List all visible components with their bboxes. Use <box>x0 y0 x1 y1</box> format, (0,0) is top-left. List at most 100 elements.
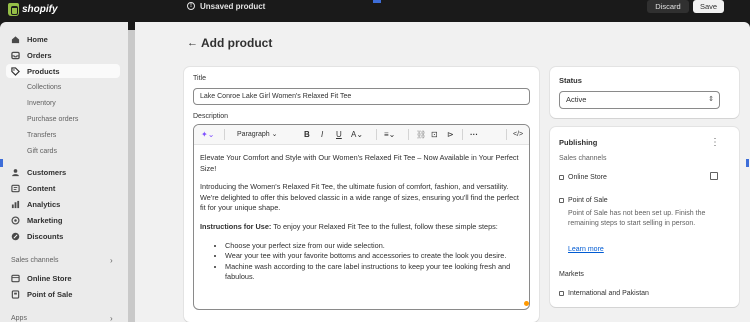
instructions-list: Choose your perfect size from our wide s… <box>225 241 526 283</box>
channel-status-icon <box>559 198 564 203</box>
title-label: Title <box>193 75 206 82</box>
selection-handle[interactable] <box>373 0 381 3</box>
markets-label: Markets <box>559 271 584 278</box>
apps-heading[interactable]: Apps <box>11 315 27 322</box>
sidebar-item-label: Transfers <box>27 131 57 139</box>
top-bar: shopify ! Unsaved product Discard Save <box>0 0 750 22</box>
toolbar-divider <box>506 129 507 140</box>
underline-button[interactable]: U <box>336 130 342 140</box>
bold-button[interactable]: B <box>304 130 310 140</box>
page-title: Add product <box>201 36 273 50</box>
instructions-heading: Instructions for Use: <box>200 221 272 231</box>
unsaved-status: ! Unsaved product <box>187 0 265 12</box>
sidebar-item-label: Point of Sale <box>27 289 73 299</box>
save-button[interactable]: Save <box>693 0 724 13</box>
sidebar-item-label: Home <box>27 34 48 44</box>
toolbar-divider <box>462 129 463 140</box>
align-icon[interactable]: ≡⌄ <box>384 130 395 140</box>
store-icon <box>11 274 20 282</box>
pos-icon <box>11 289 20 299</box>
paragraph-dropdown[interactable]: Paragraph ⌄ <box>237 130 278 140</box>
arrow-left-icon[interactable]: ← <box>187 37 198 49</box>
sidebar-item-analytics[interactable]: Analytics <box>6 197 120 211</box>
chevron-right-icon[interactable]: › <box>110 314 113 322</box>
unsaved-text: Unsaved product <box>200 1 266 11</box>
title-input[interactable]: Lake Conroe Lake Girl Women's Relaxed Fi… <box>193 88 530 105</box>
sidebar-item-collections[interactable]: Collections <box>6 80 120 94</box>
learn-more-link[interactable]: Learn more <box>568 246 604 253</box>
calendar-icon[interactable] <box>710 172 718 180</box>
sidebar-item-home[interactable]: Home <box>6 32 120 46</box>
sidebar-item-inventory[interactable]: Inventory <box>6 96 120 110</box>
sales-channels-heading[interactable]: Sales channels <box>11 257 58 264</box>
selection-handle[interactable] <box>746 159 749 167</box>
list-item: Wear your tee with your favorite bottoms… <box>225 251 526 262</box>
video-icon[interactable]: ⊳ <box>447 130 454 140</box>
sidebar-item-online-store[interactable]: Online Store <box>6 271 120 285</box>
shopify-bag-icon <box>8 3 19 16</box>
discount-icon <box>11 232 20 240</box>
sidebar-item-label: Products <box>27 66 60 76</box>
sidebar-item-content[interactable]: Content <box>6 181 120 195</box>
text-color-button[interactable]: A⌄ <box>351 130 363 140</box>
paragraph-label: Paragraph <box>237 131 270 138</box>
discard-button[interactable]: Discard <box>647 0 689 13</box>
content-icon <box>11 184 20 192</box>
sidebar-item-label: Analytics <box>27 199 61 209</box>
sidebar-item-label: Customers <box>27 167 67 177</box>
markets-value: International and Pakistan <box>568 290 649 297</box>
toolbar-divider <box>376 129 377 140</box>
shopify-logo[interactable]: shopify <box>8 3 58 16</box>
sidebar-item-purchase-orders[interactable]: Purchase orders <box>6 112 120 126</box>
description-editor[interactable]: ✦⌄ Paragraph ⌄ B I U A⌄ ≡⌄ ⛓ ⊡ ⊳ ··· </>… <box>193 124 530 310</box>
italic-button[interactable]: I <box>321 130 323 140</box>
point-of-sale-channel: Point of Sale <box>568 197 608 204</box>
home-icon <box>11 35 20 43</box>
code-icon[interactable]: </> <box>513 130 523 140</box>
sidebar-item-transfers[interactable]: Transfers <box>6 128 120 142</box>
description-paragraph: Introducing the Women's Relaxed Fit Tee,… <box>200 182 519 213</box>
status-value: Active <box>566 95 587 104</box>
status-label: Status <box>559 76 582 85</box>
publishing-title: Publishing <box>559 138 598 147</box>
status-select[interactable]: Active ⇕ <box>559 91 720 109</box>
sidebar-item-label: Content <box>27 183 56 193</box>
sidebar-item-point-of-sale[interactable]: Point of Sale <box>6 287 120 301</box>
sales-channels-subheading: Sales channels <box>559 155 607 162</box>
chevron-right-icon[interactable]: › <box>110 256 113 265</box>
editor-content[interactable]: Elevate Your Comfort and Style with Our … <box>200 153 526 283</box>
sidebar-item-marketing[interactable]: Marketing <box>6 213 120 227</box>
sidebar-item-label: Orders <box>27 50 52 60</box>
channel-status-icon <box>559 175 564 180</box>
sparkle-icon[interactable]: ✦⌄ <box>201 130 214 140</box>
online-store-channel: Online Store <box>568 174 607 181</box>
description-label: Description <box>193 113 229 120</box>
list-item: Choose your perfect size from our wide s… <box>225 241 526 252</box>
description-paragraph: Elevate Your Comfort and Style with Our … <box>200 153 519 173</box>
sidebar-item-discounts[interactable]: Discounts <box>6 229 120 243</box>
sidebar-scrollbar[interactable] <box>128 30 135 322</box>
sidebar-item-gift-cards[interactable]: Gift cards <box>6 144 120 158</box>
toolbar-divider <box>408 129 409 140</box>
sidebar-item-products[interactable]: Products <box>6 64 120 78</box>
editor-toolbar: ✦⌄ Paragraph ⌄ B I U A⌄ ≡⌄ ⛓ ⊡ ⊳ ··· </> <box>194 125 529 145</box>
sidebar-item-label: Inventory <box>27 99 56 107</box>
sidebar-item-label: Purchase orders <box>27 115 79 123</box>
more-vertical-icon[interactable]: ⋮ <box>710 137 720 148</box>
toolbar-divider <box>224 129 225 140</box>
link-icon[interactable]: ⛓ <box>416 130 426 140</box>
sidebar-item-customers[interactable]: Customers <box>6 165 120 179</box>
sidebar-item-label: Marketing <box>27 215 63 225</box>
chevron-updown-icon: ⇕ <box>708 96 714 103</box>
grammar-dot-icon[interactable] <box>524 301 529 306</box>
sidebar-item-label: Gift cards <box>27 147 57 155</box>
selection-handle[interactable] <box>0 159 3 167</box>
inbox-icon <box>11 51 20 59</box>
more-icon[interactable]: ··· <box>470 130 478 140</box>
brand-name: shopify <box>22 4 58 15</box>
sidebar-item-orders[interactable]: Orders <box>6 48 120 62</box>
instructions-text: To enjoy your Relaxed Fit Tee to the ful… <box>271 221 498 231</box>
sidebar-item-label: Discounts <box>27 231 64 241</box>
chart-icon <box>11 200 20 208</box>
image-icon[interactable]: ⊡ <box>431 130 438 140</box>
